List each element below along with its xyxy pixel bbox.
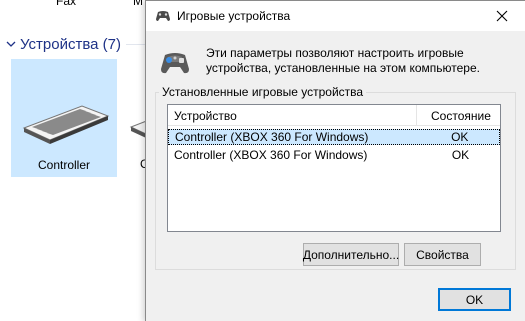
list-item[interactable]: Controller (XBOX 360 For Windows) OK (168, 129, 500, 145)
close-button[interactable] (479, 1, 525, 31)
group-divider (126, 44, 146, 45)
device-tile-controller[interactable]: Controller (11, 59, 117, 177)
column-header-state[interactable]: Состояние (417, 105, 500, 126)
device-name: Controller (XBOX 360 For Windows) (175, 130, 369, 144)
device-tile-label: Controller (37, 158, 91, 172)
intro-text: Эти параметры позволяют настроить игровы… (206, 46, 480, 75)
devices-list[interactable]: Устройство Состояние Controller (XBOX 36… (167, 104, 501, 232)
group-label: Установленные игровые устройства (159, 85, 367, 99)
column-header-device[interactable]: Устройство (168, 105, 417, 126)
advanced-button[interactable]: Дополнительно... (303, 243, 399, 266)
printer-label-partial: M (133, 0, 143, 8)
keyboard-icon (127, 99, 147, 148)
gamepad-icon (159, 49, 191, 80)
dialog-title: Игровые устройства (177, 9, 291, 23)
gamepad-icon (155, 9, 171, 26)
close-icon (496, 10, 508, 22)
list-item[interactable]: Controller (XBOX 360 For Windows) OK (168, 147, 500, 163)
dialog-titlebar[interactable]: Игровые устройства (146, 1, 525, 31)
list-header: Устройство Состояние (168, 105, 500, 126)
keyboard-icon (20, 100, 110, 149)
device-state: OK (451, 130, 469, 144)
properties-button[interactable]: Свойства (404, 243, 481, 266)
device-name: Controller (XBOX 360 For Windows) (174, 148, 368, 162)
ok-button[interactable]: OK (438, 288, 511, 311)
devices-group-title: Устройства (7) (20, 35, 121, 53)
device-tile-partial[interactable]: C (121, 59, 147, 177)
chevron-down-icon (4, 37, 18, 51)
devices-group-header[interactable]: Устройства (7) (4, 34, 121, 54)
fax-label: Fax (56, 0, 77, 8)
device-state: OK (451, 148, 470, 162)
game-controllers-dialog: Игровые устройства Эти параметры позволя… (145, 0, 525, 321)
